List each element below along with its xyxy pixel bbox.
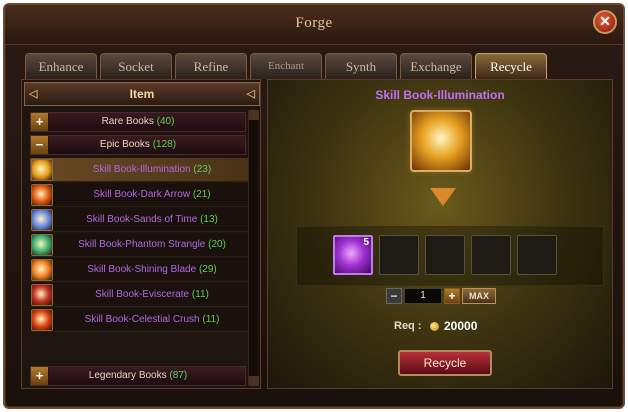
expand-icon[interactable]: +: [31, 367, 49, 385]
book-name: Skill Book-Phantom Strangle: [78, 239, 206, 250]
book-label: Skill Book-Shining Blade (29): [56, 258, 248, 282]
slot-count: 5: [363, 237, 369, 248]
category-legendary-books[interactable]: + Legendary Books (87): [30, 366, 246, 386]
book-label: Skill Book-Illumination (23): [56, 158, 248, 182]
book-count: (11): [202, 314, 220, 325]
shining-blade-icon: [31, 259, 53, 281]
chevron-right-icon: ◁: [246, 88, 255, 100]
tab-socket[interactable]: Socket: [100, 53, 172, 79]
recycle-button[interactable]: Recycle: [398, 350, 492, 376]
book-row[interactable]: Skill Book-Eviscerate (11): [30, 283, 248, 307]
phantom-strangle-icon: [31, 234, 53, 256]
tab-refine[interactable]: Refine: [175, 53, 247, 79]
close-icon: ✕: [599, 13, 611, 29]
forge-window: Forge ✕ Enhance Socket Refine Enchant Sy…: [3, 3, 625, 409]
book-row[interactable]: Skill Book-Sands of Time (13): [30, 208, 248, 232]
requirement-value: 20000: [444, 319, 478, 333]
quantity-increase-button[interactable]: +: [444, 288, 460, 304]
book-label: Skill Book-Dark Arrow (21): [56, 183, 248, 207]
expand-icon[interactable]: +: [31, 113, 49, 131]
category-count: (40): [156, 116, 175, 127]
book-row[interactable]: Skill Book-Shining Blade (29): [30, 258, 248, 282]
book-row[interactable]: Skill Book-Phantom Strangle (20): [30, 233, 248, 257]
tab-enchant[interactable]: Enchant: [250, 53, 322, 79]
requirement-label: Req :: [394, 320, 422, 332]
output-slots: 5: [296, 226, 604, 286]
output-slot[interactable]: [517, 235, 557, 275]
book-name: Skill Book-Eviscerate: [95, 289, 190, 300]
book-name: Skill Book-Sands of Time: [86, 214, 198, 225]
category-epic-books[interactable]: − Epic Books (128): [30, 135, 246, 155]
output-slot[interactable]: 5: [333, 235, 373, 275]
item-list-panel: ◁ Item ◁ + Rare Books (40) − Epic Books …: [21, 79, 261, 389]
book-label: Skill Book-Celestial Crush (11): [56, 308, 248, 332]
output-slot[interactable]: [471, 235, 511, 275]
max-button[interactable]: MAX: [462, 288, 496, 304]
book-count: (13): [200, 214, 218, 225]
list-scrollbar[interactable]: [248, 110, 259, 386]
book-name: Skill Book-Illumination: [92, 164, 191, 175]
eviscerate-icon: [31, 284, 53, 306]
book-count: (11): [191, 289, 209, 300]
category-label: Epic Books: [99, 139, 150, 150]
book-name: Skill Book-Shining Blade: [87, 264, 197, 275]
book-name: Skill Book-Dark Arrow: [93, 189, 191, 200]
category-rare-books[interactable]: + Rare Books (40): [30, 112, 246, 132]
chevron-left-icon: ◁: [29, 88, 38, 100]
book-label: Skill Book-Phantom Strangle (20): [56, 233, 248, 257]
scroll-up-icon[interactable]: [249, 110, 259, 120]
category-label: Rare Books: [101, 116, 154, 127]
illumination-icon: [31, 159, 53, 181]
collapse-icon[interactable]: −: [31, 136, 49, 154]
window-title: Forge: [295, 15, 333, 31]
tab-bar: Enhance Socket Refine Enchant Synth Exch…: [25, 53, 547, 79]
category-count: (128): [152, 139, 177, 150]
sands-of-time-icon: [31, 209, 53, 231]
book-count: (20): [208, 239, 226, 250]
close-button[interactable]: ✕: [593, 10, 617, 34]
tab-synth[interactable]: Synth: [325, 53, 397, 79]
dark-arrow-icon: [31, 184, 53, 206]
tab-exchange[interactable]: Exchange: [400, 53, 472, 79]
celestial-crush-icon: [31, 309, 53, 331]
output-slot[interactable]: [379, 235, 419, 275]
category-label: Legendary Books: [88, 370, 167, 381]
book-name: Skill Book-Celestial Crush: [84, 314, 200, 325]
title-bar: Forge ✕: [5, 5, 623, 45]
scroll-down-icon[interactable]: [249, 376, 259, 386]
tab-recycle[interactable]: Recycle: [475, 53, 547, 79]
item-header: ◁ Item ◁: [24, 82, 260, 106]
quantity-decrease-button[interactable]: −: [386, 288, 402, 304]
category-count: (87): [169, 370, 188, 381]
book-count: (29): [198, 264, 217, 275]
input-item-slot[interactable]: [410, 110, 472, 172]
book-row[interactable]: Skill Book-Dark Arrow (21): [30, 183, 248, 207]
book-label: Skill Book-Eviscerate (11): [56, 283, 248, 307]
selected-item-title: Skill Book-Illumination: [375, 88, 505, 102]
book-label: Skill Book-Sands of Time (13): [56, 208, 248, 232]
book-count: (21): [192, 189, 211, 200]
book-row[interactable]: Skill Book-Celestial Crush (11): [30, 308, 248, 332]
item-header-label: Item: [129, 87, 155, 101]
book-count: (23): [193, 164, 212, 175]
tab-enhance[interactable]: Enhance: [25, 53, 97, 79]
book-row[interactable]: Skill Book-Illumination (23): [30, 158, 248, 182]
gold-coin-icon: [430, 322, 439, 331]
recycle-panel: Skill Book-Illumination 5 − 1 + MAX Req …: [267, 79, 613, 389]
quantity-input[interactable]: 1: [404, 288, 442, 304]
output-slot[interactable]: [425, 235, 465, 275]
arrow-down-icon: [430, 188, 456, 206]
